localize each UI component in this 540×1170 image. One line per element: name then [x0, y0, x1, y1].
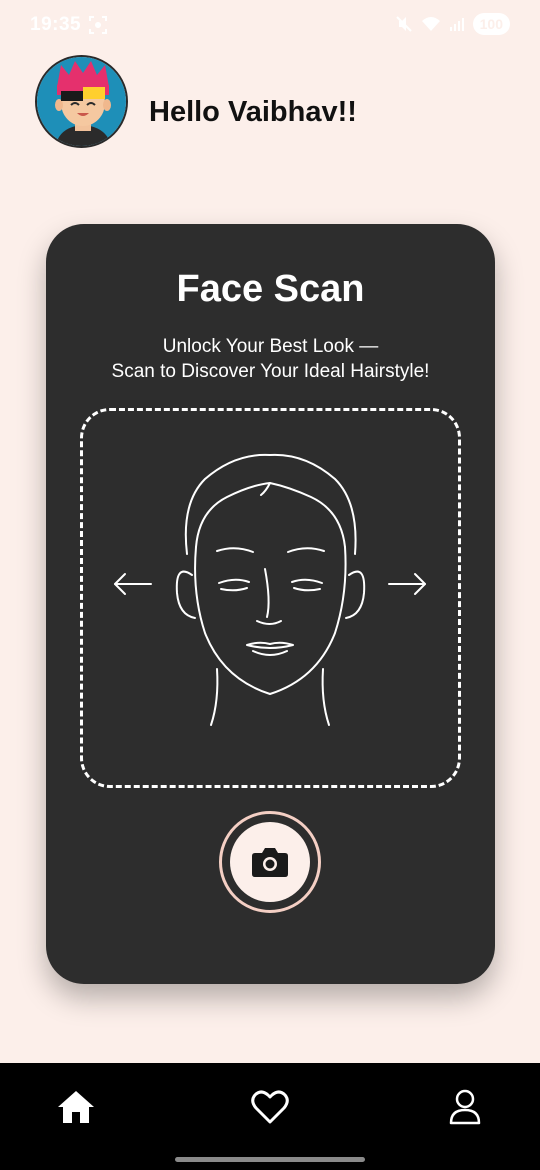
battery-icon: 100 [472, 13, 510, 35]
card-subtitle: Unlock Your Best Look — Scan to Discover… [46, 334, 495, 384]
wifi-icon [421, 17, 440, 31]
subtitle-line-1: Unlock Your Best Look — [162, 336, 379, 357]
nav-home[interactable] [54, 1085, 98, 1129]
bottom-nav [0, 1063, 540, 1170]
face-outline-icon [114, 453, 426, 726]
camera-icon [252, 848, 288, 877]
profile-icon [449, 1089, 481, 1125]
capture-button-inner [230, 822, 310, 902]
nav-profile[interactable] [443, 1085, 487, 1129]
scan-frame[interactable] [80, 408, 461, 788]
subtitle-line-2: Scan to Discover Your Ideal Hairstyle! [111, 361, 430, 382]
status-bar: 19:35 100 [0, 0, 540, 52]
card-title: Face Scan [176, 268, 365, 310]
home-indicator[interactable] [175, 1157, 365, 1162]
heart-icon [251, 1090, 289, 1124]
capture-button[interactable] [219, 811, 321, 913]
home-icon [58, 1091, 94, 1123]
avatar[interactable] [35, 55, 128, 148]
status-icons: 100 [395, 13, 510, 35]
face-scan-card: Face Scan Unlock Your Best Look — Scan t… [46, 224, 495, 984]
signal-icon [449, 18, 464, 31]
status-time: 19:35 [30, 14, 82, 35]
nav-favorites[interactable] [248, 1085, 292, 1129]
cartoon-avatar-icon [37, 57, 126, 146]
screen-record-icon [89, 16, 107, 34]
mute-icon [395, 16, 412, 32]
greeting-title: Hello Vaibhav!! [149, 96, 357, 128]
